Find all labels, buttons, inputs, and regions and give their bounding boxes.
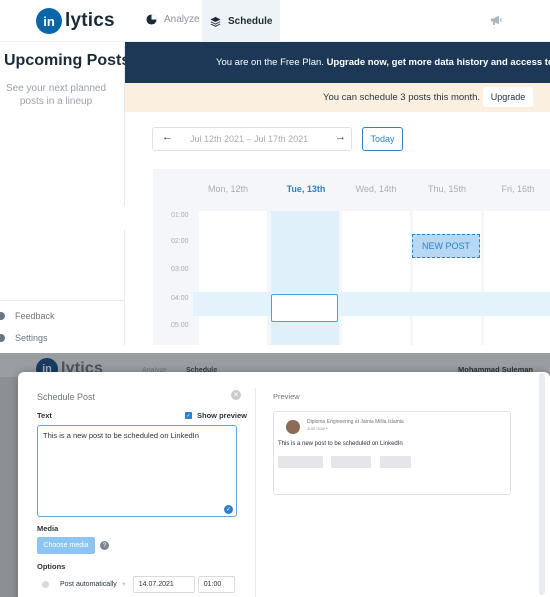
show-preview-toggle[interactable]: ✓ Show preview <box>185 411 247 420</box>
day-column[interactable] <box>342 211 410 345</box>
post-text-input[interactable]: This is a new post to be scheduled on Li… <box>37 425 237 517</box>
preview-post-text: This is a new post to be scheduled on Li… <box>278 441 403 447</box>
reaction-placeholder <box>380 456 411 468</box>
date-input[interactable]: 14.07.2021 <box>132 576 195 593</box>
day-header: Wed, 14th <box>355 184 397 194</box>
nav-analyze-label: Analyze <box>164 14 200 25</box>
hour-label: 05:00 <box>171 322 189 329</box>
post-mode-select[interactable]: Post automatically <box>60 581 117 588</box>
modal-divider <box>255 388 256 597</box>
reaction-placeholder <box>331 456 371 468</box>
current-hour-band <box>193 292 550 316</box>
banner-upgrade-text: Upgrade now, get more data history and a… <box>326 57 550 68</box>
day-header-active: Tue, 13th <box>286 184 326 194</box>
day-column[interactable] <box>484 211 550 345</box>
calendar-grid: Mon, 12th Tue, 13th Wed, 14th Thu, 15th … <box>153 169 550 345</box>
panel-separator <box>0 345 550 353</box>
sidebar: Upcoming Posts See your next planned pos… <box>0 42 130 345</box>
banner-prefix: You are on the Free Plan. <box>216 57 327 68</box>
logo-text: lytics <box>65 10 115 31</box>
check-icon: ✓ <box>224 505 233 514</box>
feedback-icon <box>0 312 5 320</box>
sidebar-item-settings[interactable]: Settings <box>0 333 48 343</box>
option-toggle[interactable] <box>42 581 49 588</box>
banner-text: You are on the Free Plan. Upgrade now, g… <box>125 57 550 68</box>
logo-badge: in <box>36 8 62 34</box>
scheduled-post-event[interactable]: NEW POST <box>412 234 480 258</box>
day-column[interactable] <box>199 211 267 345</box>
date-range-navigator: ← Jul 12th 2021 – Jul 17th 2021 → <box>152 127 352 151</box>
text-label: Text <box>37 411 52 420</box>
date-range-label: Jul 12th 2021 – Jul 17th 2021 <box>190 134 309 144</box>
gear-icon <box>0 334 5 342</box>
arrow-right-icon[interactable]: → <box>335 131 346 143</box>
free-plan-banner[interactable]: You are on the Free Plan. Upgrade now, g… <box>125 42 550 83</box>
hour-label: 04:00 <box>171 295 189 302</box>
layers-icon <box>210 16 221 27</box>
hour-label: 02:00 <box>171 238 189 245</box>
preview-card: Diploma Engineering at Jamia Millia Isla… <box>273 411 511 495</box>
hour-label: 01:00 <box>171 212 189 219</box>
sidebar-item-label: Settings <box>15 333 48 343</box>
arrow-left-icon[interactable]: ← <box>162 131 173 143</box>
pie-chart-icon <box>146 14 157 25</box>
options-label: Options <box>37 562 66 571</box>
schedule-post-modal: Schedule Post ✕ Text ✓ Show preview This… <box>18 372 550 597</box>
today-button[interactable]: Today <box>362 127 403 151</box>
choose-media-button[interactable]: Choose media <box>37 537 95 554</box>
time-input[interactable]: 01:00 <box>197 576 235 593</box>
sidebar-title: Upcoming Posts <box>4 52 131 69</box>
nav-schedule-label: Schedule <box>228 15 273 27</box>
preview-title: Preview <box>273 392 300 401</box>
day-header: Mon, 12th <box>207 184 249 194</box>
checkbox-checked-icon: ✓ <box>185 412 192 419</box>
schedule-post-screen: in lytics Analyze Schedule Mohammad Sule… <box>0 353 550 597</box>
sidebar-item-feedback[interactable]: Feedback <box>0 311 55 321</box>
day-column-active[interactable] <box>271 211 339 345</box>
nav-schedule[interactable]: Schedule <box>202 0 281 42</box>
day-header: Fri, 16th <box>501 184 535 194</box>
modal-scrollbar[interactable] <box>539 373 545 595</box>
post-timestamp: Just now • <box>307 426 328 431</box>
show-preview-label: Show preview <box>197 411 248 420</box>
day-header: Thu, 15th <box>427 184 467 194</box>
sidebar-divider <box>0 300 125 301</box>
app-logo[interactable]: in lytics <box>36 8 115 34</box>
post-options-row: Post automatically ▼ 14.07.2021 01:00 <box>37 576 238 593</box>
limit-text: You can schedule 3 posts this month. <box>323 92 481 103</box>
scheduler-screen: in lytics Analyze Schedule Upcoming Post… <box>0 0 550 345</box>
day-column[interactable] <box>413 211 481 345</box>
reaction-placeholder <box>278 456 323 468</box>
calendar-area: ← Jul 12th 2021 – Jul 17th 2021 → Today … <box>125 112 550 345</box>
author-headline: Diploma Engineering at Jamia Millia Isla… <box>307 419 404 425</box>
media-label: Media <box>37 524 59 533</box>
sidebar-subtitle: See your next planned posts in a lineup <box>5 83 107 107</box>
announcement-button[interactable] <box>490 14 502 26</box>
chevron-down-icon[interactable]: ▼ <box>121 582 127 588</box>
selected-time-slot[interactable] <box>271 294 338 322</box>
avatar <box>286 420 300 434</box>
megaphone-icon <box>491 15 502 25</box>
sidebar-item-label: Feedback <box>15 311 55 321</box>
nav-analyze[interactable]: Analyze <box>146 14 200 25</box>
top-navbar: in lytics Analyze Schedule <box>0 0 550 42</box>
upgrade-button[interactable]: Upgrade <box>483 87 533 107</box>
modal-title: Schedule Post <box>37 392 96 402</box>
help-icon[interactable]: ? <box>100 541 109 550</box>
close-icon[interactable]: ✕ <box>231 390 241 400</box>
post-text-value: This is a new post to be scheduled on Li… <box>43 431 199 440</box>
hour-label: 03:00 <box>171 266 189 273</box>
schedule-limit-notice: You can schedule 3 posts this month. Upg… <box>125 83 550 112</box>
